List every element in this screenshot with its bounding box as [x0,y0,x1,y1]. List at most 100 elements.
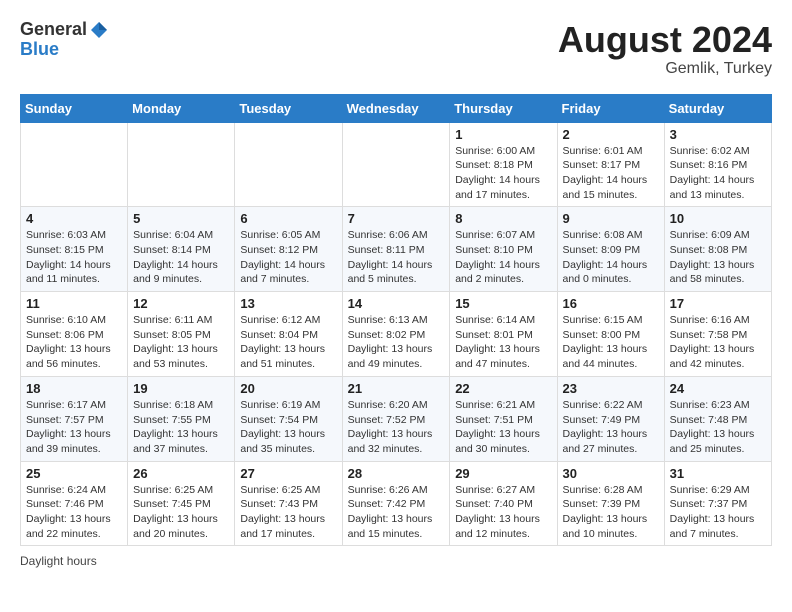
day-info: Sunrise: 6:11 AM Sunset: 8:05 PM Dayligh… [133,313,229,372]
calendar-cell: 18Sunrise: 6:17 AM Sunset: 7:57 PM Dayli… [21,376,128,461]
calendar-cell: 20Sunrise: 6:19 AM Sunset: 7:54 PM Dayli… [235,376,342,461]
day-number: 9 [563,211,659,226]
day-number: 10 [670,211,766,226]
day-number: 11 [26,296,122,311]
day-info: Sunrise: 6:03 AM Sunset: 8:15 PM Dayligh… [26,228,122,287]
calendar-cell: 12 Sunrise: 6:11 AM Sunset: 8:05 PM Dayli… [128,292,235,377]
day-number: 23 [563,381,659,396]
calendar-cell: 2 Sunrise: 6:01 AM Sunset: 8:17 PM Daylig… [557,122,664,207]
day-number: 3 [670,127,766,142]
day-number: 16 [563,296,659,311]
calendar-cell: 27Sunrise: 6:25 AM Sunset: 7:43 PM Dayli… [235,461,342,546]
day-number: 21 [348,381,445,396]
day-number: 5 [133,211,229,226]
day-number: 31 [670,466,766,481]
calendar-cell: 3Sunrise: 6:02 AM Sunset: 8:16 PM Daylig… [664,122,771,207]
day-info: Sunrise: 6:18 AM Sunset: 7:55 PM Dayligh… [133,398,229,457]
calendar-cell: 13 Sunrise: 6:12 AM Sunset: 8:04 PM Dayli… [235,292,342,377]
day-number: 6 [240,211,336,226]
calendar-cell: 5 Sunrise: 6:04 AM Sunset: 8:14 PM Daylig… [128,207,235,292]
calendar-week-row: 4 Sunrise: 6:03 AM Sunset: 8:15 PM Daylig… [21,207,772,292]
day-info: Sunrise: 6:07 AM Sunset: 8:10 PM Dayligh… [455,228,551,287]
calendar-cell: 30 Sunrise: 6:28 AM Sunset: 7:39 PM Dayli… [557,461,664,546]
day-info: Sunrise: 6:21 AM Sunset: 7:51 PM Dayligh… [455,398,551,457]
calendar-cell: 24 Sunrise: 6:23 AM Sunset: 7:48 PM Dayli… [664,376,771,461]
location: Gemlik, Turkey [558,60,772,78]
day-number: 15 [455,296,551,311]
day-info: Sunrise: 6:26 AM Sunset: 7:42 PM Dayligh… [348,483,445,542]
calendar-cell: 6 Sunrise: 6:05 AM Sunset: 8:12 PM Daylig… [235,207,342,292]
calendar-cell [342,122,450,207]
calendar-week-row: 25 Sunrise: 6:24 AM Sunset: 7:46 PM Dayli… [21,461,772,546]
day-info: Sunrise: 6:04 AM Sunset: 8:14 PM Dayligh… [133,228,229,287]
calendar-cell: 16 Sunrise: 6:15 AM Sunset: 8:00 PM Dayli… [557,292,664,377]
day-info: Sunrise: 6:24 AM Sunset: 7:46 PM Dayligh… [26,483,122,542]
day-number: 2 [563,127,659,142]
day-info: Sunrise: 6:12 AM Sunset: 8:04 PM Dayligh… [240,313,336,372]
calendar-header-saturday: Saturday [664,94,771,122]
calendar-header-friday: Friday [557,94,664,122]
day-info: Sunrise: 6:01 AM Sunset: 8:17 PM Dayligh… [563,144,659,203]
calendar-header-wednesday: Wednesday [342,94,450,122]
calendar-header-sunday: Sunday [21,94,128,122]
day-info: Sunrise: 6:27 AM Sunset: 7:40 PM Dayligh… [455,483,551,542]
page-header: General Blue August 2024 Gemlik, Turkey [20,20,772,78]
day-number: 29 [455,466,551,481]
day-number: 18 [26,381,122,396]
calendar-cell: 22Sunrise: 6:21 AM Sunset: 7:51 PM Dayli… [450,376,557,461]
calendar-cell: 4 Sunrise: 6:03 AM Sunset: 8:15 PM Daylig… [21,207,128,292]
day-info: Sunrise: 6:08 AM Sunset: 8:09 PM Dayligh… [563,228,659,287]
calendar-week-row: 18Sunrise: 6:17 AM Sunset: 7:57 PM Dayli… [21,376,772,461]
calendar-cell: 23 Sunrise: 6:22 AM Sunset: 7:49 PM Dayli… [557,376,664,461]
logo-blue-text: Blue [20,40,109,60]
calendar-cell: 9 Sunrise: 6:08 AM Sunset: 8:09 PM Daylig… [557,207,664,292]
footer-note: Daylight hours [20,554,772,568]
calendar-cell: 8 Sunrise: 6:07 AM Sunset: 8:10 PM Daylig… [450,207,557,292]
calendar-header-tuesday: Tuesday [235,94,342,122]
calendar-cell: 31 Sunrise: 6:29 AM Sunset: 7:37 PM Dayli… [664,461,771,546]
day-number: 14 [348,296,445,311]
calendar-header-thursday: Thursday [450,94,557,122]
day-info: Sunrise: 6:29 AM Sunset: 7:37 PM Dayligh… [670,483,766,542]
day-number: 19 [133,381,229,396]
day-number: 30 [563,466,659,481]
calendar-header-row: SundayMondayTuesdayWednesdayThursdayFrid… [21,94,772,122]
day-number: 13 [240,296,336,311]
calendar-cell: 10Sunrise: 6:09 AM Sunset: 8:08 PM Dayli… [664,207,771,292]
calendar-cell: 21 Sunrise: 6:20 AM Sunset: 7:52 PM Dayli… [342,376,450,461]
day-number: 8 [455,211,551,226]
day-info: Sunrise: 6:20 AM Sunset: 7:52 PM Dayligh… [348,398,445,457]
day-info: Sunrise: 6:19 AM Sunset: 7:54 PM Dayligh… [240,398,336,457]
calendar-cell: 17Sunrise: 6:16 AM Sunset: 7:58 PM Dayli… [664,292,771,377]
logo-general-text: General [20,20,87,40]
day-info: Sunrise: 6:22 AM Sunset: 7:49 PM Dayligh… [563,398,659,457]
calendar-header-monday: Monday [128,94,235,122]
day-info: Sunrise: 6:25 AM Sunset: 7:45 PM Dayligh… [133,483,229,542]
title-area: August 2024 Gemlik, Turkey [558,20,772,78]
day-info: Sunrise: 6:25 AM Sunset: 7:43 PM Dayligh… [240,483,336,542]
calendar-cell [21,122,128,207]
calendar-cell: 7Sunrise: 6:06 AM Sunset: 8:11 PM Daylig… [342,207,450,292]
day-number: 24 [670,381,766,396]
day-info: Sunrise: 6:16 AM Sunset: 7:58 PM Dayligh… [670,313,766,372]
calendar-cell: 26Sunrise: 6:25 AM Sunset: 7:45 PM Dayli… [128,461,235,546]
day-number: 1 [455,127,551,142]
day-info: Sunrise: 6:15 AM Sunset: 8:00 PM Dayligh… [563,313,659,372]
day-info: Sunrise: 6:23 AM Sunset: 7:48 PM Dayligh… [670,398,766,457]
logo: General Blue [20,20,109,60]
calendar-cell [128,122,235,207]
calendar-cell: 29 Sunrise: 6:27 AM Sunset: 7:40 PM Dayli… [450,461,557,546]
day-number: 25 [26,466,122,481]
calendar-table: SundayMondayTuesdayWednesdayThursdayFrid… [20,94,772,547]
day-number: 4 [26,211,122,226]
day-number: 12 [133,296,229,311]
day-info: Sunrise: 6:05 AM Sunset: 8:12 PM Dayligh… [240,228,336,287]
calendar-cell [235,122,342,207]
logo-icon [89,20,109,40]
calendar-cell: 19 Sunrise: 6:18 AM Sunset: 7:55 PM Dayli… [128,376,235,461]
calendar-cell: 15Sunrise: 6:14 AM Sunset: 8:01 PM Dayli… [450,292,557,377]
day-number: 28 [348,466,445,481]
calendar-week-row: 1 Sunrise: 6:00 AM Sunset: 8:18 PM Daylig… [21,122,772,207]
day-info: Sunrise: 6:28 AM Sunset: 7:39 PM Dayligh… [563,483,659,542]
day-info: Sunrise: 6:00 AM Sunset: 8:18 PM Dayligh… [455,144,551,203]
